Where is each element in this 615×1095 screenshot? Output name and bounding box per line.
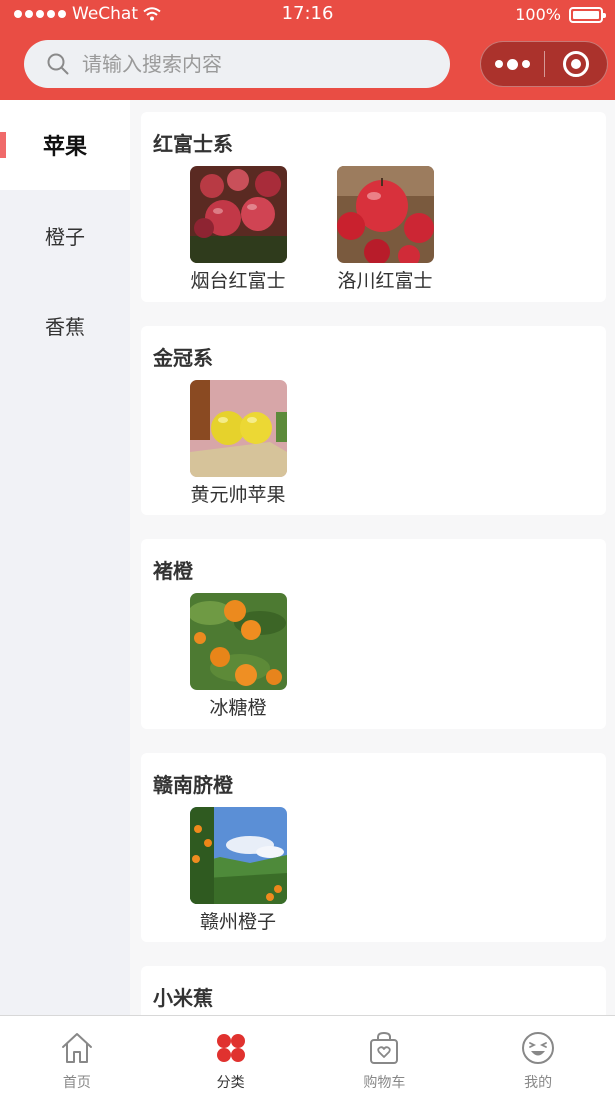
shopping-bag-icon [370, 1031, 399, 1064]
miniprogram-capsule [480, 41, 608, 87]
battery-percent: 100% [515, 5, 561, 24]
product-name: 洛川红富士 [337, 270, 433, 292]
group-title: 小米蕉 [153, 986, 213, 1010]
group-title: 红富士系 [153, 132, 233, 156]
product-group: 红富士系 烟台红富士 洛川红富士 [141, 112, 606, 302]
product-image [189, 807, 287, 904]
product-list[interactable]: 红富士系 烟台红富士 洛川红富士 金冠系 黄元帅苹果 褚橙 冰糖橙 赣南脐橙 赣… [130, 100, 615, 1015]
product-item[interactable]: 赣州橙子 [178, 807, 298, 934]
product-group: 金冠系 黄元帅苹果 [141, 326, 606, 515]
group-title: 赣南脐橙 [153, 773, 233, 797]
tab-label: 购物车 [363, 1075, 406, 1091]
sidebar-item-orange[interactable]: 橙子 [0, 190, 130, 280]
search-input[interactable] [82, 52, 412, 76]
home-icon [61, 1033, 92, 1063]
header: WeChat 17:16 100% [0, 0, 615, 100]
product-item[interactable]: 烟台红富士 [178, 166, 298, 293]
product-name: 赣州橙子 [199, 911, 276, 933]
product-image [336, 166, 434, 263]
tab-label: 我的 [524, 1075, 553, 1091]
battery-icon [569, 6, 606, 23]
product-image [189, 166, 287, 263]
category-icon [216, 1034, 245, 1062]
group-title: 金冠系 [153, 346, 213, 370]
product-name: 黄元帅苹果 [190, 484, 286, 506]
search-bar[interactable] [24, 40, 450, 88]
product-group: 褚橙 冰糖橙 [141, 539, 606, 729]
product-name: 烟台红富士 [190, 270, 286, 292]
tab-home[interactable]: 首页 [0, 1016, 154, 1095]
search-icon [47, 53, 69, 75]
sidebar-item-banana[interactable]: 香蕉 [0, 280, 130, 370]
tab-label: 分类 [216, 1075, 245, 1091]
category-sidebar: 苹果 橙子 香蕉 [0, 100, 130, 1015]
sidebar-item-label: 橙子 [45, 224, 85, 249]
sidebar-item-apple[interactable]: 苹果 [0, 100, 130, 190]
smiley-face-icon [522, 1032, 555, 1064]
tab-category[interactable]: 分类 [154, 1016, 308, 1095]
group-title: 褚橙 [153, 559, 193, 583]
tab-bar: 首页 分类 购物车 我的 [0, 1015, 615, 1095]
tab-label: 首页 [62, 1075, 91, 1091]
close-button[interactable] [545, 41, 607, 87]
product-item[interactable]: 冰糖橙 [178, 593, 298, 720]
product-group: 小米蕉 [141, 966, 606, 1015]
more-dots-icon[interactable] [481, 41, 544, 87]
product-image [189, 593, 287, 690]
status-bar: WeChat 17:16 100% [0, 0, 615, 30]
product-image [189, 380, 287, 477]
sidebar-item-label: 苹果 [42, 135, 87, 160]
target-close-icon [562, 51, 589, 77]
product-item[interactable]: 洛川红富士 [325, 166, 445, 293]
tab-cart[interactable]: 购物车 [308, 1016, 462, 1095]
sidebar-item-label: 香蕉 [45, 314, 85, 339]
product-item[interactable]: 黄元帅苹果 [178, 380, 298, 507]
product-group: 赣南脐橙 赣州橙子 [141, 753, 606, 942]
tab-profile[interactable]: 我的 [461, 1016, 615, 1095]
product-name: 冰糖橙 [209, 697, 267, 719]
